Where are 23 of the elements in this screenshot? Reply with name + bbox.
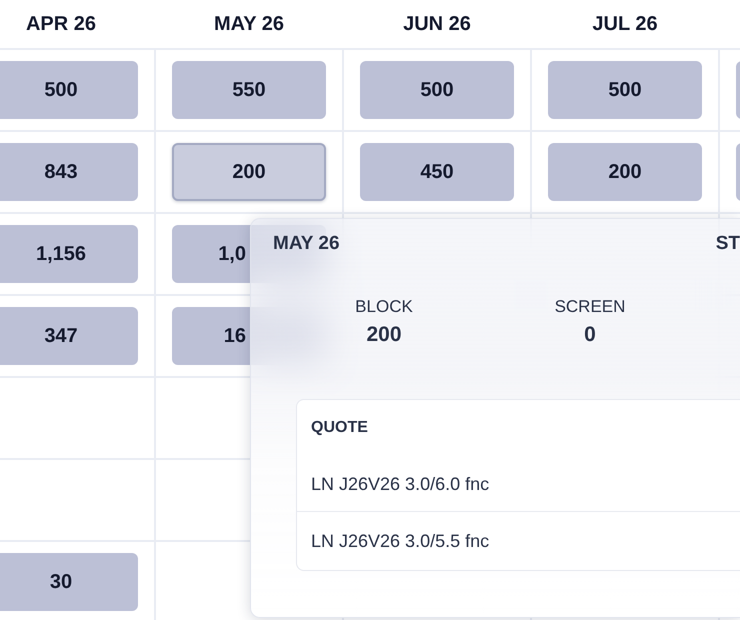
quantity-chip[interactable]: 347 (0, 307, 138, 365)
quantity-chip[interactable]: 450 (360, 143, 514, 201)
quantity-chip[interactable]: 200 (548, 143, 702, 201)
quantity-chip[interactable]: 500 (548, 61, 702, 119)
quantity-chip[interactable]: 200 (172, 143, 326, 201)
column-header: JUL 26 (592, 12, 658, 36)
stat-value: 0 (584, 323, 596, 347)
stat-label: BLOCK (355, 297, 413, 317)
column-header: JUN 26 (403, 12, 471, 36)
column-header: MAY 26 (214, 12, 284, 36)
stat-label: SCREEN (554, 297, 626, 317)
quote-row[interactable]: LN J26V26 3.0/5.5 fnc (297, 511, 740, 570)
quantity-chip[interactable]: 500 (0, 61, 138, 119)
quantity-chip[interactable]: 843 (0, 143, 138, 201)
quote-heading: QUOTE (310, 418, 369, 438)
stat-value: 200 (366, 323, 402, 347)
column-label: ST (716, 233, 740, 256)
quote-row[interactable]: LN J26V26 3.0/6.0 fnc (297, 458, 740, 511)
quantity-chip[interactable]: 500 (360, 61, 514, 119)
column-header: APR 26 (26, 12, 96, 36)
quantity-chip[interactable]: 1,156 (0, 225, 138, 283)
quantity-chip[interactable]: 550 (172, 61, 326, 119)
quantity-chip[interactable]: 30 (0, 553, 138, 611)
